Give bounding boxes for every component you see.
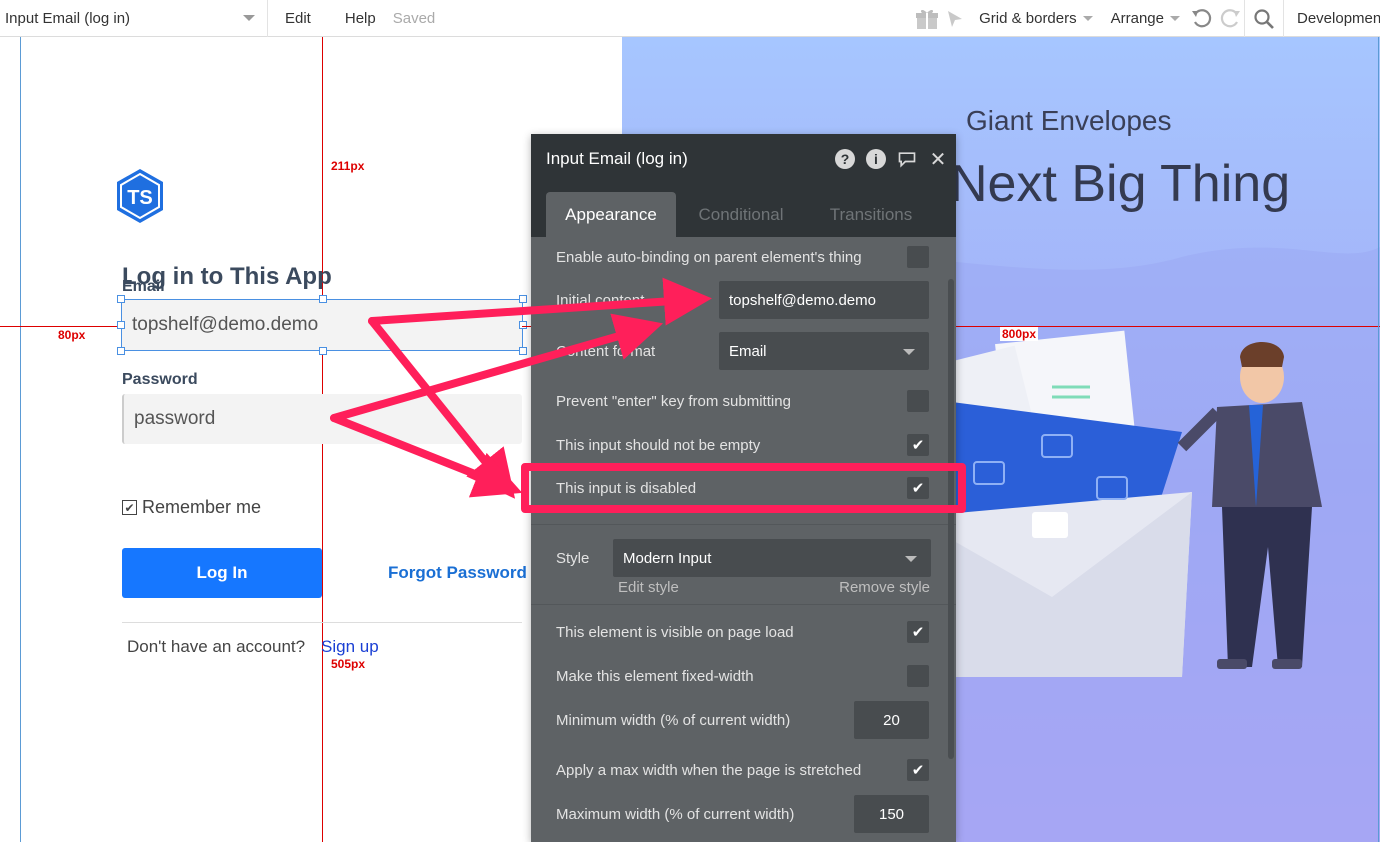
cursor-icon[interactable] (941, 0, 969, 37)
bubble-editor: Input Email (log in) Edit Help Saved Gri… (0, 0, 1380, 842)
edit-menu[interactable]: Edit (268, 10, 328, 27)
chevron-down-icon (1170, 16, 1180, 21)
visible-on-load-label: This element is visible on page load (556, 623, 794, 641)
arrange-menu[interactable]: Arrange (1101, 10, 1188, 27)
environment-selector[interactable]: Development (1284, 10, 1380, 27)
resize-handle[interactable] (519, 321, 527, 329)
content-format-label: Content format (556, 342, 656, 360)
chevron-down-icon (903, 349, 915, 355)
auto-binding-checkbox[interactable] (907, 246, 929, 268)
chevron-down-icon (905, 556, 917, 562)
visible-on-load-checkbox[interactable]: ✔ (907, 621, 929, 643)
search-icon[interactable] (1245, 0, 1283, 37)
password-label: Password (122, 371, 198, 388)
sign-up-link[interactable]: Sign up (321, 637, 379, 657)
disabled-option-highlight (521, 463, 966, 513)
grid-borders-menu[interactable]: Grid & borders (969, 10, 1101, 27)
min-width-label: Minimum width (% of current width) (556, 711, 791, 729)
initial-content-label: Initial content (556, 291, 645, 309)
email-label: Email (122, 278, 165, 295)
style-label: Style (556, 549, 590, 567)
prevent-enter-label: Prevent "enter" key from submitting (556, 392, 791, 410)
not-empty-checkbox[interactable]: ✔ (907, 434, 929, 456)
top-distance-label: 211px (330, 159, 366, 173)
panel-scrollbar[interactable] (948, 279, 954, 759)
panel-tabs: Appearance Conditional Transitions (531, 183, 956, 237)
page-edge-guide (1378, 37, 1379, 842)
tab-conditional[interactable]: Conditional (681, 192, 801, 237)
panel-actions: ? i ✕ (824, 149, 948, 171)
remember-me-label: Remember me (142, 497, 262, 517)
no-account-text: Don't have an account? (127, 637, 306, 656)
right-distance-label: 800px (1000, 327, 1039, 341)
not-empty-label: This input should not be empty (556, 436, 761, 454)
close-icon[interactable]: ✕ (928, 149, 948, 171)
tab-transitions[interactable]: Transitions (811, 192, 931, 237)
info-icon[interactable]: i (866, 149, 886, 169)
login-button[interactable]: Log In (122, 548, 322, 598)
panel-title: Input Email (log in) (546, 148, 688, 168)
fixed-width-checkbox[interactable] (907, 665, 929, 687)
element-selector-label: Input Email (log in) (5, 9, 131, 27)
horizontal-guide (0, 326, 122, 327)
max-width-toggle-label: Apply a max width when the page is stret… (556, 761, 862, 779)
help-icon[interactable]: ? (835, 149, 855, 169)
forgot-password-link[interactable]: Forgot Password (388, 563, 527, 583)
prevent-enter-checkbox[interactable] (907, 390, 929, 412)
panel-divider (531, 604, 956, 605)
max-width-toggle-checkbox[interactable]: ✔ (907, 759, 929, 781)
element-selector-dropdown[interactable]: Input Email (log in) (0, 0, 268, 37)
resize-handle[interactable] (117, 321, 125, 329)
edit-style-link[interactable]: Edit style (618, 579, 679, 596)
panel-header[interactable]: Input Email (log in) ? i ✕ (531, 134, 956, 183)
tab-appearance[interactable]: Appearance (546, 192, 676, 237)
max-width-label: Maximum width (% of current width) (556, 805, 795, 823)
remember-me-checkbox[interactable]: ✔ Remember me (122, 497, 261, 518)
toolbar-right: Grid & borders Arrange Development (913, 0, 1380, 37)
chevron-down-icon (243, 14, 255, 21)
initial-content-field[interactable]: topshelf@demo.demo (719, 281, 929, 319)
page-edge-guide (20, 37, 21, 842)
top-toolbar: Input Email (log in) Edit Help Saved Gri… (0, 0, 1380, 37)
chevron-down-icon (1082, 16, 1093, 21)
content-format-dropdown[interactable]: Email (719, 332, 929, 370)
auto-binding-label: Enable auto-binding on parent element's … (556, 248, 862, 266)
gift-icon[interactable] (913, 0, 941, 37)
style-dropdown[interactable]: Modern Input (613, 539, 931, 577)
undo-icon[interactable] (1188, 0, 1216, 37)
section-divider (122, 622, 522, 623)
envelope-icon (1032, 512, 1068, 538)
resize-handle[interactable] (519, 347, 527, 355)
arrange-label: Arrange (1110, 10, 1164, 27)
fixed-width-label: Make this element fixed-width (556, 667, 754, 685)
min-width-input[interactable]: 20 (854, 701, 929, 739)
content-format-value: Email (729, 342, 767, 360)
resize-handle[interactable] (117, 295, 125, 303)
saved-status: Saved (392, 9, 436, 27)
password-input[interactable]: password (122, 394, 522, 444)
resize-handle[interactable] (519, 295, 527, 303)
resize-handle[interactable] (319, 347, 327, 355)
grid-borders-label: Grid & borders (979, 10, 1077, 27)
help-menu[interactable]: Help (328, 10, 393, 27)
style-value: Modern Input (623, 549, 712, 567)
left-distance-label: 80px (57, 328, 87, 342)
resize-handle[interactable] (319, 295, 327, 303)
panel-divider (531, 524, 956, 525)
hero-subtitle: Giant Envelopes (966, 105, 1172, 136)
comment-icon[interactable] (897, 149, 917, 169)
hero-title: Next Big Thing (950, 155, 1291, 213)
max-width-input[interactable]: 150 (854, 795, 929, 833)
checkbox-checked-icon: ✔ (122, 500, 137, 515)
selection-outline (117, 295, 527, 355)
remove-style-link[interactable]: Remove style (839, 579, 930, 596)
app-logo-icon: TS (117, 169, 163, 223)
resize-handle[interactable] (117, 347, 125, 355)
bottom-distance-label: 505px (330, 657, 367, 671)
page-canvas-left: 211px 80px 505px TS Log in to This App E… (0, 37, 622, 842)
logo-text: TS (127, 187, 153, 209)
redo-icon[interactable] (1216, 0, 1244, 37)
